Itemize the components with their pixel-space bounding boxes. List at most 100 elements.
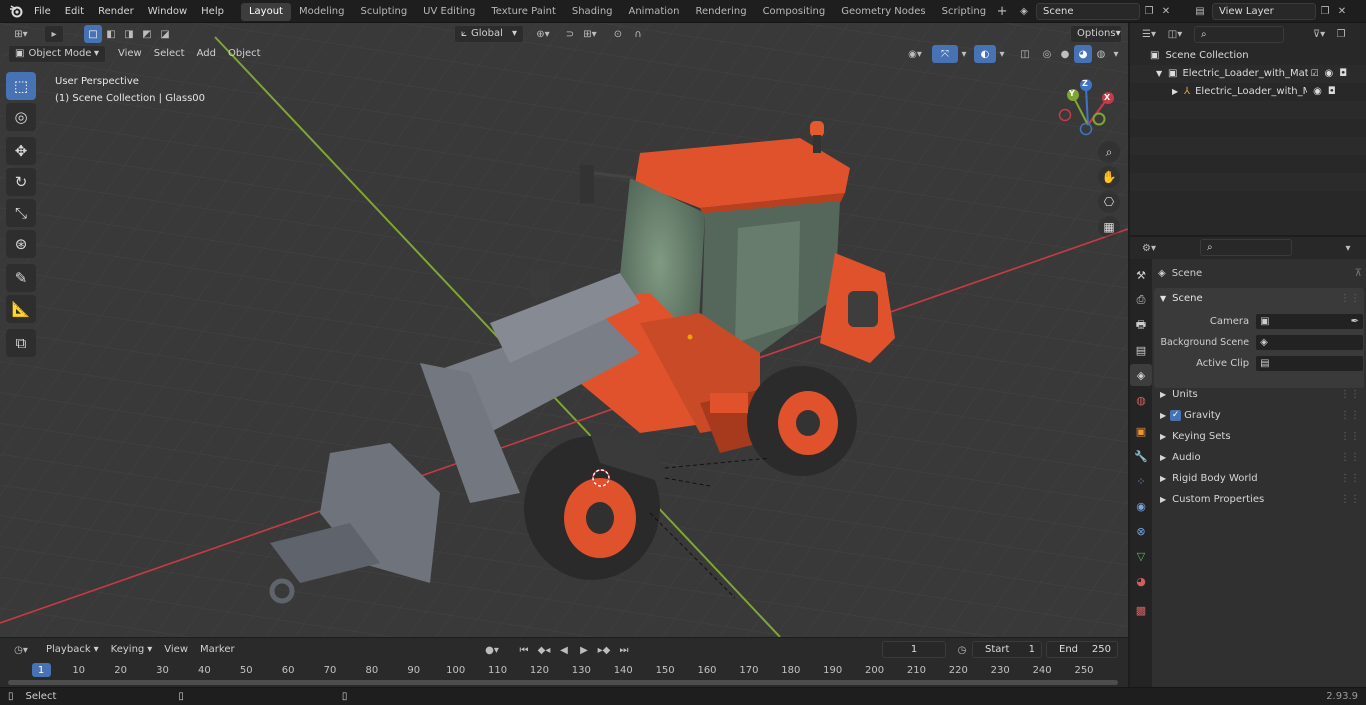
chevron-down-icon[interactable]: ▾: [958, 45, 970, 63]
texture-tab-icon[interactable]: ▩: [1130, 599, 1152, 621]
menu-file[interactable]: File: [27, 0, 58, 23]
proportional-edit-icon[interactable]: ⊙: [608, 25, 628, 43]
drag-handle-icon[interactable]: ⋮⋮: [1340, 426, 1360, 447]
record-icon[interactable]: ●▾: [480, 641, 504, 659]
annotate-icon[interactable]: ✎: [6, 264, 36, 292]
viewport-editor-icon[interactable]: ⊞▾: [8, 25, 34, 43]
clock-icon[interactable]: ◷: [952, 641, 972, 659]
select-box-icon[interactable]: ⬚: [6, 72, 36, 100]
subpanel-units[interactable]: ▶ Units ⋮⋮: [1154, 384, 1364, 405]
select-extend-icon[interactable]: ◧: [102, 25, 120, 43]
tab-geometry-nodes[interactable]: Geometry Nodes: [833, 3, 933, 21]
current-frame-field[interactable]: 1: [882, 641, 946, 658]
constraints-tab-icon[interactable]: ⊗: [1130, 520, 1152, 542]
tab-uv-editing[interactable]: UV Editing: [415, 3, 483, 21]
transform-icon[interactable]: ⊛: [6, 230, 36, 258]
expand-arrow-icon[interactable]: ▶: [1172, 83, 1184, 101]
outliner-item[interactable]: ▼ ▣ Electric_Loader_with_Material ☑ ◉ ◘: [1130, 65, 1366, 83]
snap-icon[interactable]: ⊃: [560, 25, 580, 43]
jump-end-icon[interactable]: ⏭: [614, 641, 634, 659]
scale-icon[interactable]: ⤡: [6, 199, 36, 227]
modifier-tab-icon[interactable]: 🔧: [1130, 445, 1152, 467]
jump-start-icon[interactable]: ⏮: [514, 641, 534, 659]
outliner-search-input[interactable]: ⌕: [1194, 25, 1284, 43]
outliner-item[interactable]: ▶ ⅄ Electric_Loader_with_Mat ◉ ◘: [1130, 83, 1366, 101]
drag-handle-icon[interactable]: ⋮⋮: [1340, 384, 1360, 405]
render-tab-icon[interactable]: ⎙: [1130, 289, 1152, 311]
mode-dropdown[interactable]: ▣ Object Mode ▾: [8, 45, 106, 63]
camera-field[interactable]: ▣ ✒: [1255, 313, 1364, 330]
timeline-view-menu[interactable]: View: [158, 641, 194, 659]
tab-animation[interactable]: Animation: [621, 3, 688, 21]
menu-render[interactable]: Render: [91, 0, 141, 23]
new-collection-icon[interactable]: ❐: [1332, 25, 1350, 43]
properties-search-input[interactable]: ⌕: [1200, 239, 1292, 256]
orientation-dropdown[interactable]: ⟀ Global ▾: [454, 25, 524, 43]
play-icon[interactable]: ▶: [574, 641, 594, 659]
background-scene-field[interactable]: ◈: [1255, 334, 1364, 351]
particles-tab-icon[interactable]: ⁘: [1130, 470, 1152, 492]
gravity-checkbox[interactable]: ✓: [1170, 410, 1182, 421]
drag-handle-icon[interactable]: ⋮⋮: [1340, 468, 1360, 489]
outliner-root[interactable]: ▣ Scene Collection: [1130, 47, 1366, 65]
select-subtract-icon[interactable]: ◨: [120, 25, 138, 43]
visibility-icon[interactable]: ◉▾: [902, 45, 928, 63]
scene-panel-header[interactable]: ▼ Scene ⋮⋮: [1154, 288, 1364, 308]
menu-add[interactable]: Add: [191, 45, 222, 63]
select-intersect-icon[interactable]: ◪: [156, 25, 174, 43]
gizmo-x-label[interactable]: X: [1104, 93, 1110, 102]
xray-icon[interactable]: ◫: [1016, 45, 1034, 63]
outliner-editor-icon[interactable]: ☰▾: [1136, 25, 1162, 43]
jump-keyframe-forward-icon[interactable]: ▸◆: [594, 641, 614, 659]
zoom-icon[interactable]: ⌕: [1098, 141, 1120, 163]
eyedropper-icon[interactable]: ✒: [1351, 311, 1359, 332]
marker-menu[interactable]: Marker: [194, 641, 241, 659]
tab-compositing[interactable]: Compositing: [755, 3, 834, 21]
data-tab-icon[interactable]: ▽: [1130, 545, 1152, 567]
timeline-scrollbar[interactable]: [8, 680, 1118, 685]
new-scene-icon[interactable]: ❐: [1140, 2, 1158, 20]
pan-hand-icon[interactable]: ✋: [1098, 166, 1120, 188]
drag-handle-icon[interactable]: ⋮⋮: [1340, 447, 1360, 468]
playback-menu[interactable]: Playback ▾: [40, 641, 105, 659]
menu-select[interactable]: Select: [148, 45, 191, 63]
delete-view-layer-icon[interactable]: ✕: [1334, 2, 1350, 20]
blender-logo-icon[interactable]: [5, 2, 27, 20]
rotate-icon[interactable]: ↻: [6, 168, 36, 196]
tab-scripting[interactable]: Scripting: [934, 3, 994, 21]
move-icon[interactable]: ✥: [6, 137, 36, 165]
measure-icon[interactable]: 📐: [6, 295, 36, 323]
menu-view[interactable]: View: [112, 45, 148, 63]
gizmo-toggle-icon[interactable]: ⤧: [932, 45, 958, 63]
falloff-icon[interactable]: ∩: [628, 25, 648, 43]
menu-edit[interactable]: Edit: [58, 0, 91, 23]
pivot-icon[interactable]: ⊕▾: [530, 25, 556, 43]
camera-icon[interactable]: ◘: [1328, 83, 1336, 101]
gizmo-y-label[interactable]: Y: [1069, 89, 1075, 98]
tab-modeling[interactable]: Modeling: [291, 3, 353, 21]
subpanel-custom-properties[interactable]: ▶ Custom Properties ⋮⋮: [1154, 489, 1364, 510]
eye-icon[interactable]: ◉: [1313, 83, 1322, 101]
camera-icon[interactable]: ◘: [1339, 65, 1347, 83]
new-view-layer-icon[interactable]: ❐: [1316, 2, 1334, 20]
select-invert-icon[interactable]: ◩: [138, 25, 156, 43]
editor-type-switch[interactable]: ⊞▾: [8, 25, 34, 43]
cursor-icon[interactable]: ◎: [6, 103, 36, 131]
menu-window[interactable]: Window: [141, 0, 194, 23]
tweak-tool-icon[interactable]: ▸: [44, 25, 64, 43]
end-frame-field[interactable]: End 250: [1046, 641, 1118, 658]
display-mode-icon[interactable]: ◫▾: [1162, 25, 1188, 43]
object-tab-icon[interactable]: ▣: [1130, 420, 1152, 442]
subpanel-keying-sets[interactable]: ▶ Keying Sets ⋮⋮: [1154, 426, 1364, 447]
3d-viewport[interactable]: Z X Y User Perspective (1) Scene Collect…: [0, 23, 1128, 637]
view-layer-tab-icon[interactable]: ▤: [1130, 339, 1152, 361]
tab-texture-paint[interactable]: Texture Paint: [483, 3, 564, 21]
scene-name-field[interactable]: Scene: [1036, 2, 1140, 20]
world-tab-icon[interactable]: ◍: [1130, 389, 1152, 411]
filter-icon[interactable]: ⊽▾: [1306, 25, 1332, 43]
options-dropdown[interactable]: Options ▾: [1070, 25, 1122, 43]
subpanel-gravity[interactable]: ▶ ✓ Gravity ⋮⋮: [1154, 405, 1364, 426]
solid-shading-icon[interactable]: ●: [1056, 45, 1074, 63]
eye-icon[interactable]: ◉: [1325, 65, 1334, 83]
rendered-shading-icon[interactable]: ◍: [1092, 45, 1110, 63]
